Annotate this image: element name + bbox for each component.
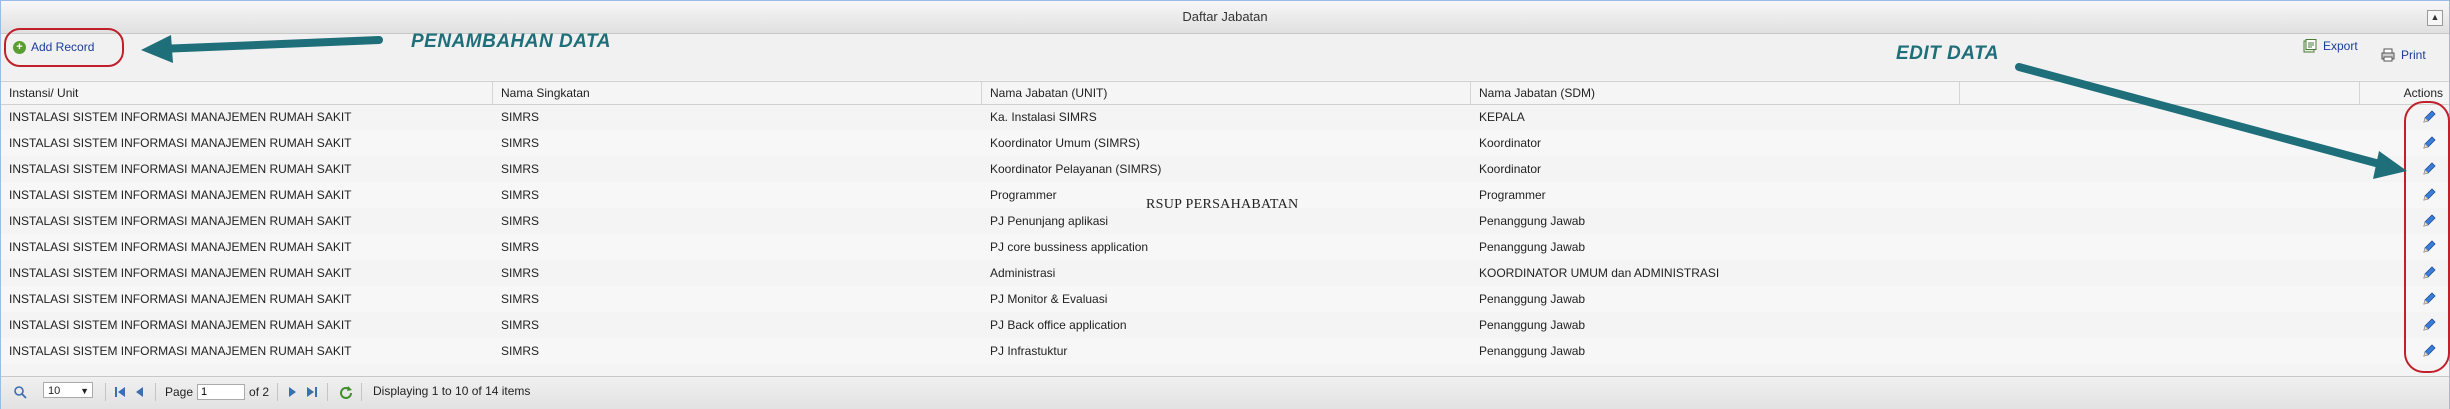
edit-annotation: EDIT DATA: [1896, 43, 2000, 64]
page-number-input[interactable]: [197, 384, 246, 400]
grid-header: Instansi/ Unit Nama Singkatan Nama Jabat…: [1, 81, 2449, 105]
prev-page-icon[interactable]: [133, 385, 147, 399]
cell-instansi: INSTALASI SISTEM INFORMASI MANAJEMEN RUM…: [9, 344, 352, 358]
cell-jabatan-unit: Programmer: [990, 188, 1057, 202]
cell-jabatan-sdm: Penanggung Jawab: [1479, 318, 1586, 332]
refresh-icon[interactable]: [339, 385, 353, 399]
grid-toolbar: [1, 34, 2449, 80]
cell-instansi: INSTALASI SISTEM INFORMASI MANAJEMEN RUM…: [9, 214, 352, 228]
first-page-icon[interactable]: [113, 385, 127, 399]
cell-jabatan-unit: PJ Monitor & Evaluasi: [990, 292, 1108, 306]
column-header-jabatan-sdm[interactable]: Nama Jabatan (SDM): [1471, 82, 1960, 104]
cell-jabatan-sdm: Penanggung Jawab: [1479, 344, 1586, 358]
table-row[interactable]: INSTALASI SISTEM INFORMASI MANAJEMEN RUM…: [1, 286, 2449, 312]
watermark-text: RSUP PERSAHABATAN: [1146, 197, 1299, 212]
cell-singkatan: SIMRS: [501, 344, 540, 358]
cell-jabatan-sdm: Koordinator: [1479, 136, 1542, 150]
cell-instansi: INSTALASI SISTEM INFORMASI MANAJEMEN RUM…: [9, 266, 352, 280]
cell-singkatan: SIMRS: [501, 188, 540, 202]
table-row[interactable]: INSTALASI SISTEM INFORMASI MANAJEMEN RUM…: [1, 130, 2449, 156]
column-header-actions: Actions: [2403, 86, 2443, 100]
cell-instansi: INSTALASI SISTEM INFORMASI MANAJEMEN RUM…: [9, 292, 352, 306]
cell-jabatan-sdm: Penanggung Jawab: [1479, 240, 1586, 254]
cell-jabatan-sdm: KOORDINATOR UMUM dan ADMINISTRASI: [1479, 266, 1720, 280]
column-header-singkatan[interactable]: Nama Singkatan: [493, 82, 982, 104]
page-size-select[interactable]: 10 ▼: [43, 382, 93, 398]
table-row[interactable]: INSTALASI SISTEM INFORMASI MANAJEMEN RUM…: [1, 104, 2449, 130]
cell-jabatan-sdm: Koordinator: [1479, 162, 1542, 176]
cell-jabatan-unit: PJ core bussiness application: [990, 240, 1149, 254]
table-row[interactable]: INSTALASI SISTEM INFORMASI MANAJEMEN RUM…: [1, 234, 2449, 260]
search-icon[interactable]: [13, 385, 27, 399]
cell-jabatan-unit: Ka. Instalasi SIMRS: [990, 110, 1097, 124]
cell-singkatan: SIMRS: [501, 110, 540, 124]
collapse-icon[interactable]: ▲: [2427, 10, 2443, 26]
cell-instansi: INSTALASI SISTEM INFORMASI MANAJEMEN RUM…: [9, 162, 352, 176]
column-header-instansi[interactable]: Instansi/ Unit: [1, 82, 493, 104]
cell-singkatan: SIMRS: [501, 162, 540, 176]
pager-divider: [277, 383, 278, 401]
cell-instansi: INSTALASI SISTEM INFORMASI MANAJEMEN RUM…: [9, 136, 352, 150]
next-page-icon[interactable]: [285, 385, 299, 399]
print-button[interactable]: Print: [2381, 48, 2426, 62]
grid-panel: Daftar Jabatan ▲ + Add Record Export Pri…: [0, 0, 2450, 409]
cell-jabatan-unit: PJ Penunjang aplikasi: [990, 214, 1109, 228]
printer-icon: [2381, 48, 2395, 62]
add-annotation: PENAMBAHAN DATA: [411, 31, 611, 52]
pager-divider: [361, 383, 362, 401]
last-page-icon[interactable]: [305, 385, 319, 399]
cell-instansi: INSTALASI SISTEM INFORMASI MANAJEMEN RUM…: [9, 188, 352, 202]
export-icon: [2303, 39, 2317, 53]
page-indicator: Page of 2: [165, 384, 269, 400]
cell-instansi: INSTALASI SISTEM INFORMASI MANAJEMEN RUM…: [9, 240, 352, 254]
cell-singkatan: SIMRS: [501, 292, 540, 306]
pager-divider: [327, 383, 328, 401]
table-row[interactable]: INSTALASI SISTEM INFORMASI MANAJEMEN RUM…: [1, 312, 2449, 338]
column-header-jabatan-unit[interactable]: Nama Jabatan (UNIT): [982, 82, 1471, 104]
page-label: Page: [165, 385, 194, 399]
cell-singkatan: SIMRS: [501, 318, 540, 332]
cell-jabatan-sdm: Programmer: [1479, 188, 1546, 202]
export-button[interactable]: Export: [2303, 39, 2358, 53]
pager-divider: [155, 383, 156, 401]
print-label: Print: [2401, 48, 2426, 62]
display-status: Displaying 1 to 10 of 14 items: [373, 384, 531, 398]
actions-highlight: [2404, 101, 2450, 373]
export-label: Export: [2323, 39, 2358, 53]
page-size-value: 10: [48, 385, 61, 397]
cell-singkatan: SIMRS: [501, 266, 540, 280]
table-row[interactable]: INSTALASI SISTEM INFORMASI MANAJEMEN RUM…: [1, 338, 2449, 364]
chevron-down-icon: ▼: [80, 386, 89, 396]
cell-instansi: INSTALASI SISTEM INFORMASI MANAJEMEN RUM…: [9, 318, 352, 332]
cell-jabatan-sdm: KEPALA: [1479, 110, 1525, 124]
cell-singkatan: SIMRS: [501, 136, 540, 150]
table-row[interactable]: INSTALASI SISTEM INFORMASI MANAJEMEN RUM…: [1, 260, 2449, 286]
cell-jabatan-unit: PJ Infrastuktur: [990, 344, 1068, 358]
cell-jabatan-sdm: Penanggung Jawab: [1479, 292, 1586, 306]
add-record-highlight: [4, 28, 124, 67]
cell-jabatan-unit: Koordinator Pelayanan (SIMRS): [990, 162, 1162, 176]
panel-title-text: Daftar Jabatan: [1182, 9, 1268, 24]
panel-title: Daftar Jabatan ▲: [1, 1, 2449, 34]
cell-singkatan: SIMRS: [501, 240, 540, 254]
cell-jabatan-sdm: Penanggung Jawab: [1479, 214, 1586, 228]
page-total-label: of 2: [249, 385, 270, 399]
cell-jabatan-unit: Koordinator Umum (SIMRS): [990, 136, 1141, 150]
cell-instansi: INSTALASI SISTEM INFORMASI MANAJEMEN RUM…: [9, 110, 352, 124]
column-header-blank: [1960, 82, 2360, 104]
table-row[interactable]: INSTALASI SISTEM INFORMASI MANAJEMEN RUM…: [1, 156, 2449, 182]
pager-bar: 10 ▼ Page of 2 Displaying 1 to 10 of 14 …: [1, 376, 2449, 409]
cell-jabatan-unit: PJ Back office application: [990, 318, 1127, 332]
pager-divider: [105, 383, 106, 401]
cell-singkatan: SIMRS: [501, 214, 540, 228]
cell-jabatan-unit: Administrasi: [990, 266, 1056, 280]
